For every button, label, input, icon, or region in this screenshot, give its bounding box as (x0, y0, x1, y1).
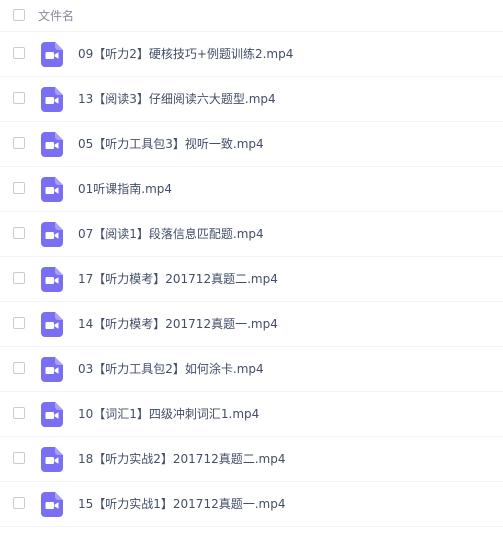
file-name[interactable]: 15【听力实战1】201712真题一.mp4 (78, 482, 285, 527)
file-name[interactable]: 14【听力模考】201712真题一.mp4 (78, 302, 278, 347)
file-row[interactable]: 07【阅读1】段落信息匹配题.mp4 (0, 212, 503, 257)
video-file-icon (41, 177, 63, 202)
file-row[interactable]: 13【阅读3】仔细阅读六大题型.mp4 (0, 77, 503, 122)
file-list-header: 文件名 (0, 0, 503, 32)
row-checkbox[interactable] (13, 47, 25, 59)
file-name[interactable]: 05【听力工具包3】视听一致.mp4 (78, 122, 264, 167)
file-row[interactable]: 14【听力模考】201712真题一.mp4 (0, 302, 503, 347)
row-checkbox[interactable] (13, 182, 25, 194)
video-file-icon (41, 222, 63, 247)
row-checkbox[interactable] (13, 272, 25, 284)
file-row[interactable]: 15【听力实战1】201712真题一.mp4 (0, 482, 503, 527)
video-file-icon (41, 42, 63, 67)
file-row[interactable]: 17【听力模考】201712真题二.mp4 (0, 257, 503, 302)
file-row[interactable]: 10【词汇1】四级冲刺词汇1.mp4 (0, 392, 503, 437)
row-checkbox[interactable] (13, 362, 25, 374)
row-checkbox[interactable] (13, 407, 25, 419)
row-checkbox[interactable] (13, 452, 25, 464)
video-file-icon (41, 267, 63, 292)
file-name[interactable]: 13【阅读3】仔细阅读六大题型.mp4 (78, 77, 276, 122)
video-file-icon (41, 492, 63, 517)
file-name[interactable]: 18【听力实战2】201712真题二.mp4 (78, 437, 285, 482)
row-checkbox[interactable] (13, 227, 25, 239)
row-checkbox[interactable] (13, 92, 25, 104)
file-name[interactable]: 07【阅读1】段落信息匹配题.mp4 (78, 212, 264, 257)
video-file-icon (41, 87, 63, 112)
video-file-icon (41, 402, 63, 427)
row-checkbox[interactable] (13, 317, 25, 329)
file-row[interactable]: 01听课指南.mp4 (0, 167, 503, 212)
file-name[interactable]: 01听课指南.mp4 (78, 167, 172, 212)
file-row[interactable]: 18【听力实战2】201712真题二.mp4 (0, 437, 503, 482)
video-file-icon (41, 447, 63, 472)
file-name[interactable]: 10【词汇1】四级冲刺词汇1.mp4 (78, 392, 259, 437)
file-row[interactable]: 09【听力2】硬核技巧+例题训练2.mp4 (0, 32, 503, 77)
file-name[interactable]: 03【听力工具包2】如何涂卡.mp4 (78, 347, 264, 392)
select-all-checkbox[interactable] (13, 9, 25, 21)
video-file-icon (41, 357, 63, 382)
file-row[interactable]: 05【听力工具包3】视听一致.mp4 (0, 122, 503, 167)
file-row[interactable]: 03【听力工具包2】如何涂卡.mp4 (0, 347, 503, 392)
column-header-filename[interactable]: 文件名 (38, 0, 74, 32)
file-name[interactable]: 09【听力2】硬核技巧+例题训练2.mp4 (78, 32, 293, 77)
video-file-icon (41, 312, 63, 337)
row-checkbox[interactable] (13, 137, 25, 149)
video-file-icon (41, 132, 63, 157)
row-checkbox[interactable] (13, 497, 25, 509)
file-name[interactable]: 17【听力模考】201712真题二.mp4 (78, 257, 278, 302)
